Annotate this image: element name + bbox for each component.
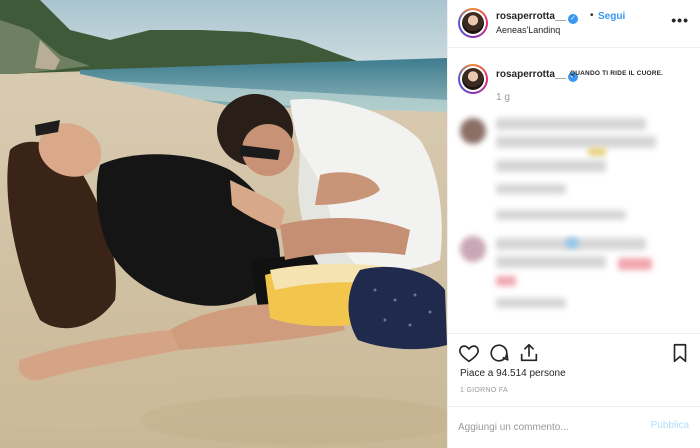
caption-text: QUANDO TI RIDE IL CUORE.	[570, 70, 664, 77]
comments-list-blurred	[448, 108, 700, 330]
bookmark-icon[interactable]	[669, 342, 691, 364]
more-options-icon[interactable]: •••	[671, 12, 689, 28]
post-side-panel: rosaperrotta__ ✓ • Segui Aeneas'Landinq •…	[447, 0, 700, 448]
comment-emoji	[588, 148, 606, 156]
post-photo[interactable]	[0, 0, 447, 448]
comment-line	[496, 136, 656, 148]
comment-avatar	[460, 118, 486, 144]
comment-line	[496, 298, 566, 308]
add-comment-bar: Pubblica	[448, 406, 700, 448]
comment-line	[496, 118, 646, 130]
heart-icon[interactable]	[458, 342, 480, 364]
follow-button[interactable]: Segui	[598, 11, 625, 22]
author-username-link[interactable]: rosaperrotta__ ✓	[496, 11, 579, 24]
post-timestamp[interactable]: 1 GIORNO FA	[460, 387, 508, 394]
header-separator: •	[590, 10, 594, 21]
caption-author-username[interactable]: rosaperrotta__ ✓	[496, 69, 579, 82]
caption-author-avatar[interactable]	[458, 64, 488, 94]
caption-timestamp[interactable]: 1 g	[496, 92, 510, 103]
comment-bubble-icon[interactable]	[488, 342, 510, 364]
post-header: rosaperrotta__ ✓ • Segui Aeneas'Landinq •…	[448, 0, 700, 48]
share-icon[interactable]	[518, 342, 540, 364]
verified-badge-icon: ✓	[568, 14, 579, 24]
comment-avatar	[460, 236, 486, 262]
comment-line	[496, 210, 626, 220]
comment-emoji	[566, 238, 578, 248]
comment-line	[496, 184, 566, 194]
author-avatar[interactable]	[458, 8, 488, 38]
comment-line	[496, 160, 606, 172]
comment-emoji	[496, 276, 516, 286]
publish-button[interactable]: Pubblica	[651, 420, 689, 431]
comment-input[interactable]	[458, 419, 628, 435]
post-actions-bar	[448, 333, 700, 373]
comment-line	[496, 256, 606, 268]
comment-emoji	[618, 258, 652, 270]
beach-couple-photo	[0, 0, 447, 448]
location-link[interactable]: Aeneas'Landinq	[496, 25, 560, 35]
likes-count[interactable]: Piace a 94.514 persone	[460, 368, 566, 379]
